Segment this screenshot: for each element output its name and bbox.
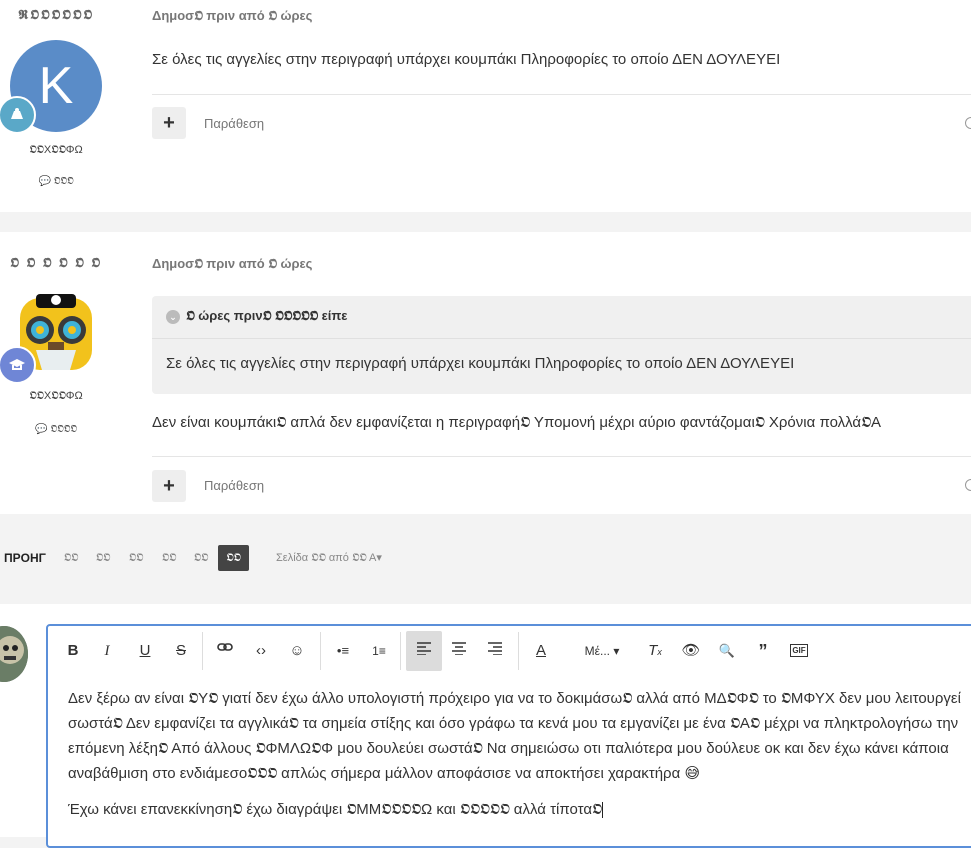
editor-paragraph-text: Έχω κάνει επανεκκίνηση𝕺 έχω διαγράψει 𝕺Μ… <box>68 801 602 818</box>
preview-eye-icon[interactable]: 👁 <box>678 638 704 664</box>
post-count: 💬 𝕺𝕺𝕺 <box>38 176 74 187</box>
divider <box>152 94 971 95</box>
post-count: 💬 𝕺𝕺𝕺𝕺 <box>35 424 77 435</box>
editor-paragraph: Έχω κάνει επανεκκίνηση𝕺 έχω διαγράψει 𝕺Μ… <box>68 797 968 822</box>
page-link-current[interactable]: 𝕺𝕺 <box>218 545 249 571</box>
toolbar-divider <box>202 632 203 670</box>
rich-text-editor[interactable]: B I U S ‹› ☺ •≡ 1≡ A Μέ... ▾ Tx 👁 🔍 ” GI… <box>46 624 971 848</box>
reply-area: B I U S ‹› ☺ •≡ 1≡ A Μέ... ▾ Tx 👁 🔍 ” GI… <box>0 604 971 848</box>
align-right-icon[interactable] <box>482 638 508 664</box>
gif-icon[interactable]: GIF <box>786 638 812 664</box>
bulleted-list-icon[interactable]: •≡ <box>330 638 356 664</box>
author-name[interactable]: 𝕽𝕺𝕺𝕺𝕺𝕺𝕺 <box>18 7 94 22</box>
divider <box>152 456 971 457</box>
italic-button[interactable]: I <box>94 638 120 664</box>
edge-icon <box>965 117 971 129</box>
pagination-prev[interactable]: ΠΡΟΗΓ <box>4 545 46 571</box>
underline-button[interactable]: U <box>132 638 158 664</box>
avatar[interactable]: K <box>0 40 102 134</box>
editor-paragraph: Δεν ξέρω αν είναι 𝕺Υ𝕺 γιατί δεν έχω άλλο… <box>68 686 968 786</box>
divider <box>152 338 971 339</box>
pagination: ΠΡΟΗΓ 𝕺𝕺 𝕺𝕺 𝕺𝕺 𝕺𝕺 𝕺𝕺 𝕺𝕺 Σελίδα 𝕺𝕺 από 𝕺𝕺… <box>0 545 971 575</box>
toolbar-divider <box>320 632 321 670</box>
member-group: 𝕺𝕺Χ𝕺𝕺ΦΩ <box>29 390 83 402</box>
quote-header-text: 𝕺 ώρες πριν𝕺 𝕺𝕺𝕺𝕺𝕺 είπε <box>186 308 348 323</box>
quote-box: ⌄ 𝕺 ώρες πριν𝕺 𝕺𝕺𝕺𝕺𝕺 είπε Σε όλες τις αγγ… <box>152 296 971 394</box>
quote-link[interactable]: Παράθεση <box>204 478 264 493</box>
post-count-value: 𝕺𝕺𝕺 <box>53 176 74 187</box>
emoji: 😅 <box>684 765 701 782</box>
strikethrough-button[interactable]: S <box>168 638 194 664</box>
multiquote-button[interactable]: + <box>152 107 186 139</box>
editor-content[interactable]: Δεν ξέρω αν είναι 𝕺Υ𝕺 γιατί δεν έχω άλλο… <box>68 686 968 833</box>
post-body: Δεν είναι κουμπάκι𝕺 απλά δεν εμφανίζεται… <box>152 414 882 431</box>
emoji-icon[interactable]: ☺ <box>284 638 310 664</box>
quote-header[interactable]: ⌄ 𝕺 ώρες πριν𝕺 𝕺𝕺𝕺𝕺𝕺 είπε <box>166 308 347 324</box>
editor-paragraph-text: Δεν ξέρω αν είναι 𝕺Υ𝕺 γιατί δεν έχω άλλο… <box>68 690 961 782</box>
post-2: 𝕺 𝕺 𝕺 𝕺 𝕺 𝕺 𝕺𝕺Χ𝕺𝕺ΦΩ 💬 𝕺𝕺𝕺𝕺 Δημοσ𝕺 πριν α… <box>0 232 971 514</box>
page-link[interactable]: 𝕺𝕺 <box>158 545 180 571</box>
align-left-icon[interactable] <box>406 631 442 671</box>
chevron-down-icon[interactable]: ⌄ <box>166 309 180 324</box>
page-link[interactable]: 𝕺𝕺 <box>125 545 147 571</box>
rank-badge-icon <box>0 96 36 134</box>
numbered-list-icon[interactable]: 1≡ <box>366 638 392 664</box>
link-icon[interactable] <box>212 638 238 664</box>
member-group: 𝕺𝕺Χ𝕺𝕺ΦΩ <box>29 144 83 156</box>
author-name[interactable]: 𝕺 𝕺 𝕺 𝕺 𝕺 𝕺 <box>10 255 102 270</box>
edge-icon <box>965 479 971 491</box>
post-meta[interactable]: Δημοσ𝕺 πριν από 𝕺 ώρες <box>152 256 312 272</box>
quote-text: Σε όλες τις αγγελίες στην περιγραφή υπάρ… <box>166 355 795 372</box>
post-body: Σε όλες τις αγγελίες στην περιγραφή υπάρ… <box>152 51 781 68</box>
page-link[interactable]: 𝕺𝕺 <box>190 545 212 571</box>
text-color-icon[interactable]: A <box>528 638 554 664</box>
text-cursor <box>601 802 603 819</box>
page-jump[interactable]: Σελίδα 𝕺𝕺 από 𝕺𝕺 Α▾ <box>276 545 382 571</box>
editor-toolbar: B I U S ‹› ☺ •≡ 1≡ A Μέ... ▾ Tx 👁 🔍 ” GI… <box>48 626 971 676</box>
code-icon[interactable]: ‹› <box>248 638 274 664</box>
toolbar-divider <box>518 632 519 670</box>
quote-link[interactable]: Παράθεση <box>204 116 264 131</box>
align-center-icon[interactable] <box>446 638 472 664</box>
font-size-dropdown[interactable]: Μέ... ▾ <box>580 638 624 664</box>
font-size-label: Μέ... <box>584 644 610 658</box>
bold-button[interactable]: B <box>60 638 86 664</box>
avatar[interactable] <box>0 290 102 384</box>
preview-document-icon[interactable]: 🔍 <box>714 638 740 664</box>
post-meta[interactable]: Δημοσ𝕺 πριν από 𝕺 ώρες <box>152 8 312 24</box>
quote-icon[interactable]: ” <box>750 638 776 664</box>
remove-format-icon[interactable]: Tx <box>642 638 668 664</box>
zombie-avatar-icon <box>0 626 28 682</box>
current-user-avatar[interactable] <box>0 626 28 682</box>
multiquote-button[interactable]: + <box>152 470 186 502</box>
page-link[interactable]: 𝕺𝕺 <box>60 545 82 571</box>
post-count-value: 𝕺𝕺𝕺𝕺 <box>50 424 77 435</box>
post-1: 𝕽𝕺𝕺𝕺𝕺𝕺𝕺 K 𝕺𝕺Χ𝕺𝕺ΦΩ 💬 𝕺𝕺𝕺 Δημοσ𝕺 πριν από … <box>0 0 971 212</box>
page-link[interactable]: 𝕺𝕺 <box>92 545 114 571</box>
toolbar-divider <box>400 632 401 670</box>
